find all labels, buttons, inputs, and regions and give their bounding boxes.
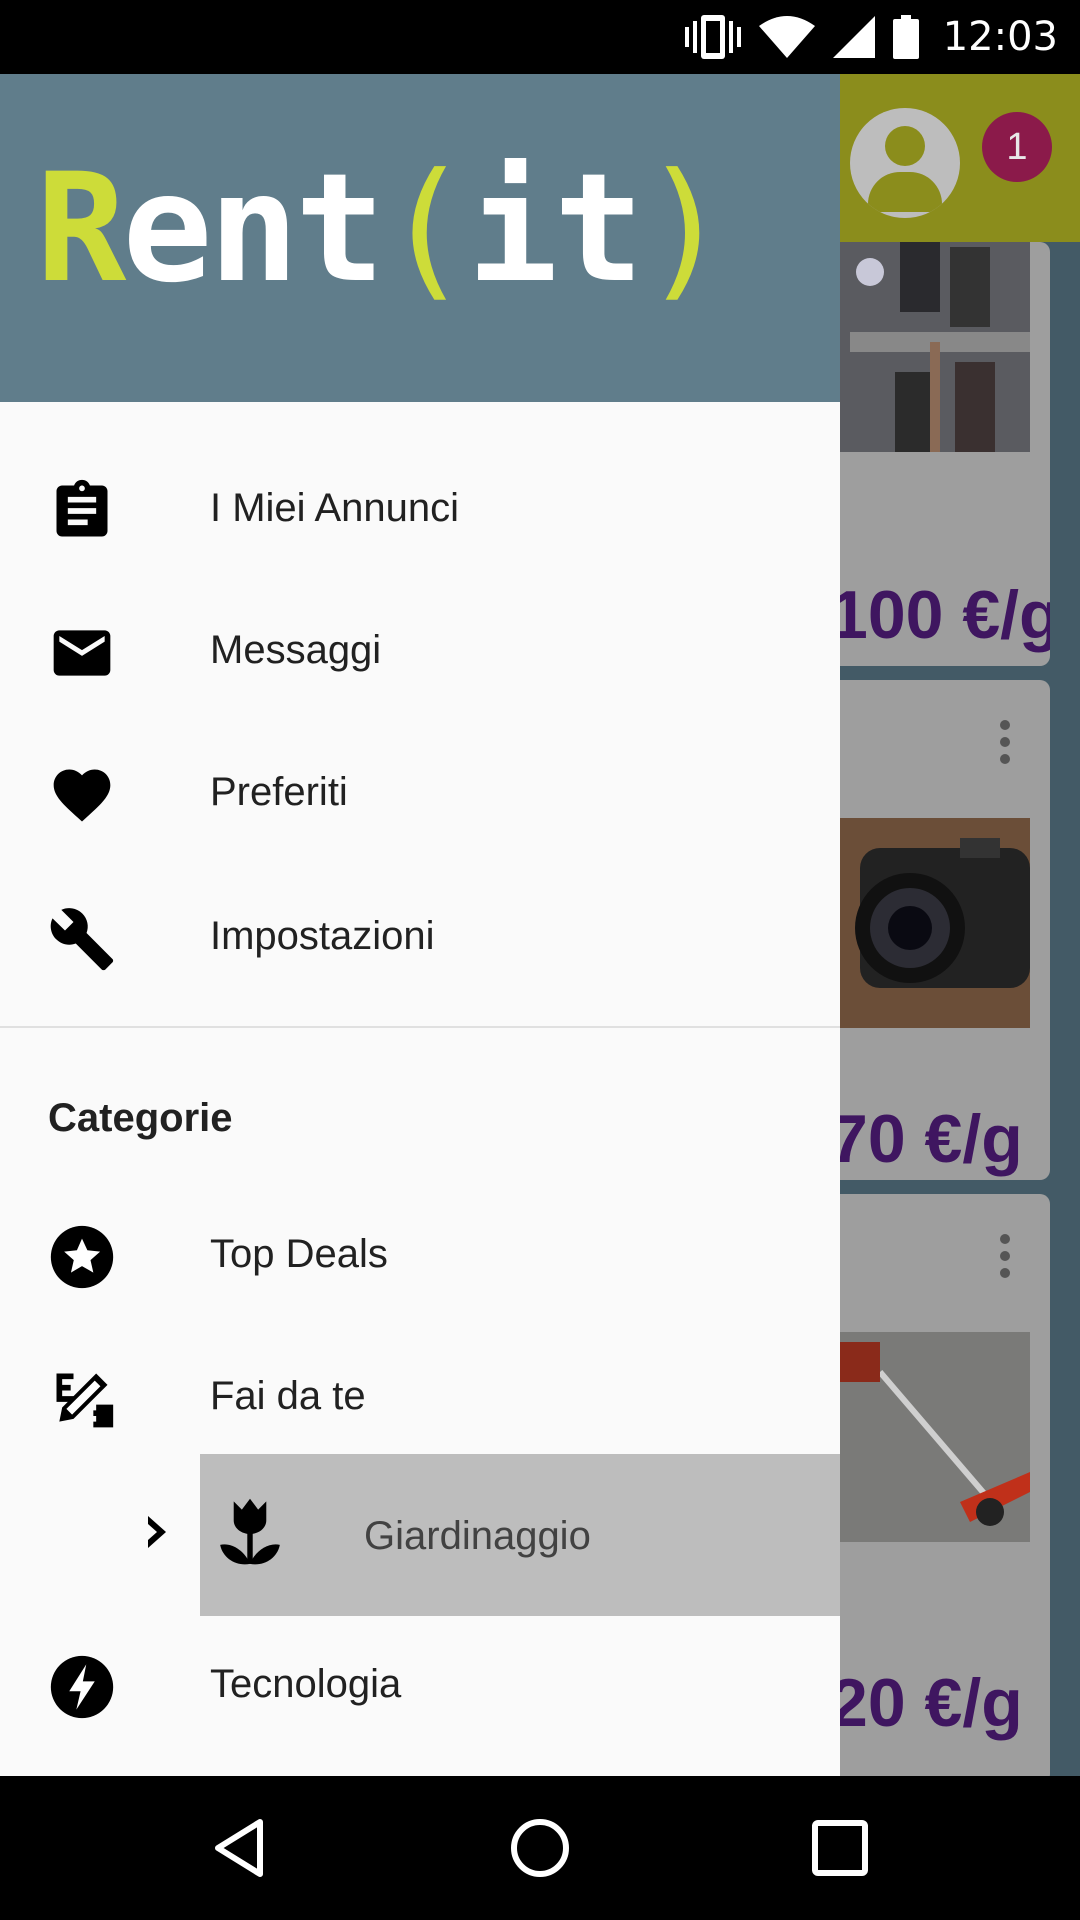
drawer-item-label: Messaggi bbox=[210, 628, 382, 672]
drawer-header: Rent(it) bbox=[0, 74, 840, 402]
mail-icon bbox=[53, 630, 111, 676]
category-item-diy[interactable]: Fai da te bbox=[0, 1330, 840, 1460]
drawer-divider bbox=[0, 1026, 840, 1028]
chevron-right-icon bbox=[148, 1516, 166, 1548]
listing-image-brush-cutter bbox=[840, 1332, 1030, 1542]
wrench-icon bbox=[50, 908, 114, 971]
pencil-ruler-icon bbox=[56, 1373, 114, 1428]
app-logo: Rent(it) bbox=[36, 142, 731, 316]
cell-signal-icon bbox=[832, 16, 875, 58]
drawer-item-settings[interactable]: Impostazioni bbox=[0, 870, 840, 1000]
avatar[interactable] bbox=[850, 108, 960, 218]
heart-icon bbox=[53, 769, 111, 822]
back-icon[interactable] bbox=[208, 1816, 272, 1880]
navigation-drawer: Rent(it) I Miei Annunci Messaggi Preferi… bbox=[0, 74, 840, 1776]
status-bar: 12:03 bbox=[0, 0, 1080, 74]
listing-price: 70 €/g bbox=[830, 1101, 1023, 1177]
flower-icon bbox=[220, 1498, 280, 1565]
drawer-item-my-listings[interactable]: I Miei Annunci bbox=[0, 442, 840, 572]
drawer-item-label: I Miei Annunci bbox=[210, 486, 460, 530]
category-item-top-deals[interactable]: Top Deals bbox=[0, 1188, 840, 1318]
recents-icon[interactable] bbox=[808, 1816, 872, 1880]
drawer-item-label: Impostazioni bbox=[210, 914, 435, 958]
category-item-label: Giardinaggio bbox=[364, 1514, 591, 1558]
more-options-icon[interactable] bbox=[1000, 720, 1012, 768]
listing-price: 100 €/g bbox=[830, 577, 1050, 653]
home-icon[interactable] bbox=[508, 1816, 572, 1880]
drawer-item-messages[interactable]: Messaggi bbox=[0, 584, 840, 714]
lightning-icon bbox=[50, 1655, 114, 1719]
star-icon bbox=[50, 1225, 114, 1289]
listing-image-dj-equipment bbox=[840, 242, 1030, 452]
drawer-item-label: Preferiti bbox=[210, 770, 348, 814]
category-item-label: Top Deals bbox=[210, 1232, 388, 1276]
category-item-label: Tecnologia bbox=[210, 1662, 402, 1706]
system-nav-bar bbox=[0, 1776, 1080, 1920]
vibrate-icon bbox=[684, 15, 741, 59]
battery-icon bbox=[892, 15, 919, 59]
category-item-label: Fai da te bbox=[210, 1374, 366, 1418]
status-time: 12:03 bbox=[942, 14, 1058, 60]
wifi-icon bbox=[758, 16, 815, 58]
listing-price: 20 €/g bbox=[830, 1665, 1023, 1741]
more-options-icon[interactable] bbox=[1000, 1234, 1012, 1282]
category-item-technology[interactable]: Tecnologia bbox=[0, 1618, 840, 1748]
categories-section-title: Categorie bbox=[48, 1096, 233, 1140]
clipboard-icon bbox=[56, 479, 108, 537]
listing-image-camera bbox=[840, 818, 1030, 1028]
notification-badge[interactable]: 1 bbox=[982, 112, 1052, 182]
drawer-item-favorites[interactable]: Preferiti bbox=[0, 726, 840, 856]
